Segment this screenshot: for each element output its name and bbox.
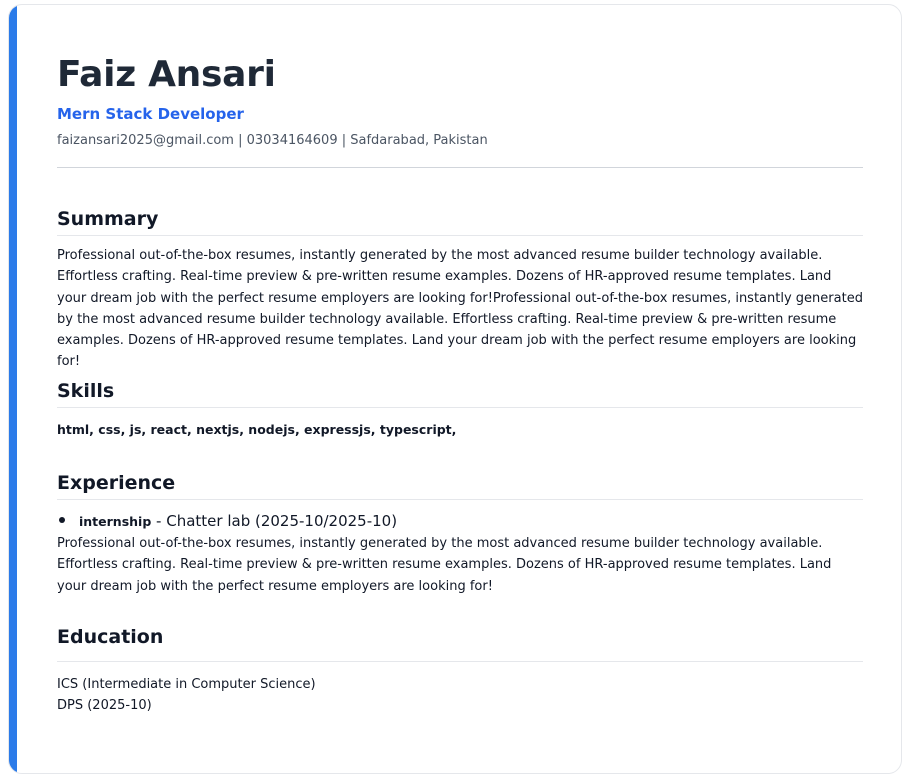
experience-description: Professional out-of-the-box resumes, ins… <box>57 536 832 594</box>
summary-text: Professional out-of-the-box resumes, ins… <box>57 248 863 370</box>
experience-role: internship <box>79 514 152 529</box>
candidate-role: Mern Stack Developer <box>57 105 244 123</box>
skills-heading: Skills <box>57 380 115 402</box>
resume-card: Faiz Ansari Mern Stack Developer faizans… <box>8 4 902 774</box>
experience-details: - Chatter lab (2025-10/2025-10) <box>151 512 398 530</box>
education-degree: ICS (Intermediate in Computer Science) <box>57 677 316 692</box>
skills-list: html, css, js, react, nextjs, nodejs, ex… <box>57 422 457 437</box>
bullet-icon <box>59 516 65 523</box>
education-heading: Education <box>57 626 164 648</box>
skills-divider <box>57 407 863 408</box>
candidate-name: Faiz Ansari <box>57 54 276 95</box>
header-divider <box>57 167 863 168</box>
education-divider <box>57 661 863 662</box>
experience-divider <box>57 499 863 500</box>
summary-divider <box>57 235 863 236</box>
accent-bar <box>9 5 17 773</box>
summary-heading: Summary <box>57 208 159 230</box>
education-school: DPS (2025-10) <box>57 698 152 713</box>
experience-item: internship - Chatter lab (2025-10/2025-1… <box>57 510 863 533</box>
experience-heading: Experience <box>57 472 176 494</box>
contact-info: faizansari2025@gmail.com | 03034164609 |… <box>57 133 488 148</box>
